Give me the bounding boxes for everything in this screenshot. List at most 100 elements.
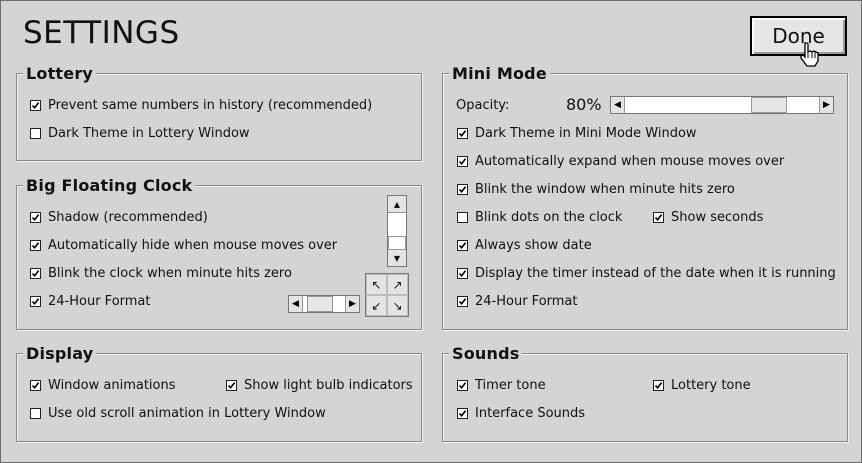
checkbox-box[interactable] <box>457 156 468 167</box>
checkbox-box[interactable] <box>457 408 468 419</box>
checkbox-box[interactable] <box>457 380 468 391</box>
checkmark-icon <box>31 102 40 110</box>
checkbox-box[interactable] <box>30 240 41 251</box>
checkbox-label: Show seconds <box>671 210 764 225</box>
checkbox-dark-theme-lottery[interactable]: Dark Theme in Lottery Window <box>30 126 250 141</box>
checkmark-icon <box>31 298 40 306</box>
checkmark-icon <box>458 130 467 138</box>
checkbox-label: Blink the window when minute hits zero <box>475 182 735 197</box>
checkbox-label: Automatically expand when mouse moves ov… <box>475 154 785 169</box>
checkbox-label: Blink dots on the clock <box>475 210 623 225</box>
arrow-up-left-icon[interactable]: ↖ <box>366 274 387 295</box>
vertical-scroll-thumb[interactable] <box>388 236 406 250</box>
checkbox-label: Always show date <box>475 238 592 253</box>
clock-horizontal-scrollbar[interactable]: ◀ ▶ <box>288 295 360 313</box>
checkbox-blink-dots[interactable]: Blink dots on the clock <box>457 210 622 225</box>
checkbox-label: Display the timer instead of the date wh… <box>475 266 836 281</box>
checkbox-box[interactable] <box>30 212 41 223</box>
checkbox-label: Use old scroll animation in Lottery Wind… <box>48 406 326 421</box>
checkbox-auto-expand[interactable]: Automatically expand when mouse moves ov… <box>457 154 784 169</box>
checkbox-box[interactable] <box>457 268 468 279</box>
checkmark-icon <box>458 382 467 390</box>
position-direction-pad[interactable]: ↖ ↗ ↙ ↘ <box>365 273 409 317</box>
checkbox-interface-sounds[interactable]: Interface Sounds <box>457 406 585 421</box>
checkbox-box[interactable] <box>30 380 41 391</box>
scroll-left-arrow-icon[interactable]: ◀ <box>289 296 303 312</box>
checkbox-auto-hide[interactable]: Automatically hide when mouse moves over <box>30 238 337 253</box>
checkbox-window-animations[interactable]: Window animations <box>30 378 176 393</box>
checkbox-box[interactable] <box>30 128 41 139</box>
checkbox-label: Interface Sounds <box>475 406 586 421</box>
checkbox-timer-tone[interactable]: Timer tone <box>457 378 546 393</box>
checkbox-blink-clock[interactable]: Blink the clock when minute hits zero <box>30 266 292 281</box>
checkbox-box[interactable] <box>226 380 237 391</box>
checkbox-show-seconds[interactable]: Show seconds <box>653 210 763 225</box>
checkbox-lottery-tone[interactable]: Lottery tone <box>653 378 751 393</box>
checkbox-24-hour-clock[interactable]: 24-Hour Format <box>30 294 151 309</box>
checkbox-box[interactable] <box>457 296 468 307</box>
sounds-group: Sounds <box>442 344 848 442</box>
checkbox-label: Automatically hide when mouse moves over <box>48 238 338 253</box>
opacity-track[interactable] <box>625 97 819 113</box>
scroll-down-arrow-icon[interactable]: ▼ <box>388 249 406 266</box>
checkmark-icon <box>458 298 467 306</box>
scroll-left-arrow-icon[interactable]: ◀ <box>611 97 625 113</box>
mini-mode-legend: Mini Mode <box>449 64 550 83</box>
checkbox-box[interactable] <box>457 212 468 223</box>
checkbox-box[interactable] <box>457 240 468 251</box>
checkbox-box[interactable] <box>30 408 41 419</box>
checkmark-icon <box>227 382 236 390</box>
checkbox-box[interactable] <box>653 380 664 391</box>
checkbox-label: 24-Hour Format <box>475 294 578 309</box>
hand-cursor-icon <box>800 42 819 67</box>
horizontal-scroll-thumb[interactable] <box>307 296 333 312</box>
checkbox-label: Dark Theme in Lottery Window <box>48 126 250 141</box>
checkbox-light-bulb-indicators[interactable]: Show light bulb indicators <box>226 378 413 393</box>
checkbox-box[interactable] <box>30 268 41 279</box>
checkbox-box[interactable] <box>457 184 468 195</box>
display-group: Display <box>16 344 422 442</box>
page-title: SETTINGS <box>23 15 180 51</box>
arrow-down-right-icon[interactable]: ↘ <box>387 295 408 316</box>
checkmark-icon <box>654 214 663 222</box>
checkmark-icon <box>458 270 467 278</box>
checkbox-box[interactable] <box>653 212 664 223</box>
checkmark-icon <box>458 186 467 194</box>
arrow-down-left-icon[interactable]: ↙ <box>366 295 387 316</box>
checkbox-display-timer[interactable]: Display the timer instead of the date wh… <box>457 266 836 281</box>
opacity-slider[interactable]: ◀ ▶ <box>610 96 834 114</box>
checkbox-label: Blink the clock when minute hits zero <box>48 266 292 281</box>
checkbox-24-hour-mini[interactable]: 24-Hour Format <box>457 294 578 309</box>
checkmark-icon <box>458 410 467 418</box>
checkbox-label: Lottery tone <box>671 378 751 393</box>
big-floating-clock-legend: Big Floating Clock <box>23 176 196 195</box>
scroll-right-arrow-icon[interactable]: ▶ <box>819 97 833 113</box>
checkbox-label: Show light bulb indicators <box>244 378 413 393</box>
checkmark-icon <box>458 158 467 166</box>
checkbox-box[interactable] <box>457 128 468 139</box>
scroll-track[interactable] <box>303 296 345 312</box>
clock-vertical-scrollbar[interactable]: ▲ ▼ <box>387 195 407 267</box>
checkbox-shadow[interactable]: Shadow (recommended) <box>30 210 208 225</box>
checkbox-box[interactable] <box>30 100 41 111</box>
settings-window: SETTINGS Done Lottery Prevent same numbe… <box>0 0 862 463</box>
checkbox-prevent-same-numbers[interactable]: Prevent same numbers in history (recomme… <box>30 98 372 113</box>
opacity-label: Opacity: <box>456 98 510 113</box>
checkbox-dark-theme-mini[interactable]: Dark Theme in Mini Mode Window <box>457 126 697 141</box>
scroll-right-arrow-icon[interactable]: ▶ <box>345 296 359 312</box>
scroll-up-arrow-icon[interactable]: ▲ <box>388 196 406 213</box>
sounds-legend: Sounds <box>449 344 523 363</box>
checkmark-icon <box>31 242 40 250</box>
checkbox-blink-window[interactable]: Blink the window when minute hits zero <box>457 182 735 197</box>
checkbox-label: Shadow (recommended) <box>48 210 208 225</box>
checkmark-icon <box>458 242 467 250</box>
checkbox-label: Window animations <box>48 378 176 393</box>
checkbox-label: Timer tone <box>475 378 546 393</box>
checkbox-always-show-date[interactable]: Always show date <box>457 238 592 253</box>
opacity-slider-thumb[interactable] <box>751 97 787 113</box>
checkmark-icon <box>31 382 40 390</box>
checkbox-box[interactable] <box>30 296 41 307</box>
checkbox-old-scroll-animation[interactable]: Use old scroll animation in Lottery Wind… <box>30 406 326 421</box>
arrow-up-right-icon[interactable]: ↗ <box>387 274 408 295</box>
checkmark-icon <box>31 270 40 278</box>
